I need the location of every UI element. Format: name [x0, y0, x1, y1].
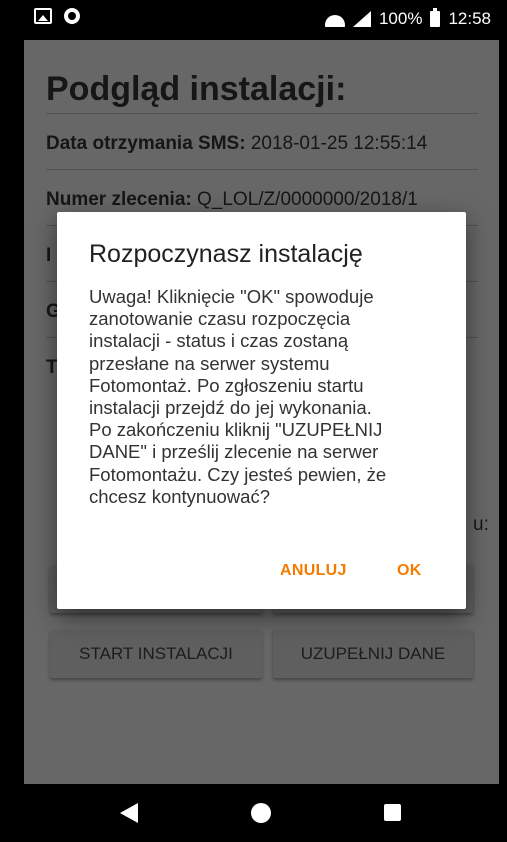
- dialog-message-line: Po zakończeniu kliknij "UZUPEŁNIJ: [89, 419, 383, 441]
- dialog-title: Rozpoczynasz instalację: [89, 240, 363, 268]
- system-icons: 100% 12:58: [325, 8, 491, 29]
- navigation-bar: [24, 784, 499, 842]
- back-icon[interactable]: [120, 803, 138, 823]
- sms-date-value: 2018-01-25 12:55:14: [250, 133, 428, 154]
- phone-screen: 100% 12:58 Podgląd instalacji: Data otrz…: [24, 0, 499, 842]
- signal-icon: [352, 11, 371, 27]
- divider: [46, 113, 478, 114]
- image-notification-icon: [34, 8, 52, 24]
- row-fragment: u:: [473, 514, 489, 535]
- dialog-message: Uwaga! Kliknięcie "OK" spowoduje zanotow…: [89, 286, 449, 508]
- complete-data-button[interactable]: UZUPEŁNIJ DANE: [273, 630, 473, 678]
- page-title: Podgląd instalacji:: [46, 70, 347, 108]
- confirm-start-dialog: Rozpoczynasz instalację Uwaga! Kliknięci…: [57, 212, 466, 609]
- recent-apps-icon[interactable]: [384, 804, 401, 821]
- dialog-message-line: Fotomontażu. Czy jesteś pewien, że: [89, 463, 387, 485]
- status-bar: 100% 12:58: [24, 0, 499, 40]
- dialog-message-line: przesłane na serwer systemu: [89, 352, 330, 374]
- clock: 12:58: [448, 9, 491, 28]
- dialog-message-line: DANE" i prześlij zlecenie na serwer: [89, 441, 379, 463]
- record-notification-icon: [64, 8, 80, 24]
- sms-date-row: Data otrzymania SMS: 2018-01-25 12:55:14: [46, 133, 427, 155]
- dialog-message-line: Fotomontaż. Po zgłoszeniu startu: [89, 374, 364, 396]
- sms-date-label: Data otrzymania SMS:: [46, 133, 246, 154]
- order-number-row: Numer zlecenia: Q_LOL/Z/0000000/2018/1: [46, 189, 418, 211]
- cancel-button[interactable]: ANULUJ: [280, 562, 347, 580]
- home-icon[interactable]: [251, 803, 271, 823]
- ok-button[interactable]: OK: [397, 562, 422, 580]
- dialog-message-line: instalacji - status i czas zostaną: [89, 330, 349, 352]
- battery-percent: 100%: [378, 9, 423, 28]
- divider: [46, 169, 478, 170]
- start-installation-button[interactable]: START INSTALACJI: [50, 630, 262, 678]
- dialog-message-line: Uwaga! Kliknięcie "OK" spowoduje: [89, 286, 374, 307]
- battery-icon: [430, 8, 441, 27]
- order-number-label: Numer zlecenia:: [46, 189, 192, 210]
- dialog-message-line: zanotowanie czasu rozpoczęcia: [89, 308, 351, 330]
- dialog-message-line: chcesz kontynuować?: [89, 485, 270, 507]
- notification-icons: [34, 8, 80, 24]
- order-number-value: Q_LOL/Z/0000000/2018/1: [197, 189, 418, 210]
- dialog-message-line: instalacji przejdź do jej wykonania.: [89, 397, 372, 419]
- id-row-fragment: I: [46, 245, 52, 266]
- row-fragment: T: [46, 357, 58, 378]
- wifi-icon: [325, 11, 345, 27]
